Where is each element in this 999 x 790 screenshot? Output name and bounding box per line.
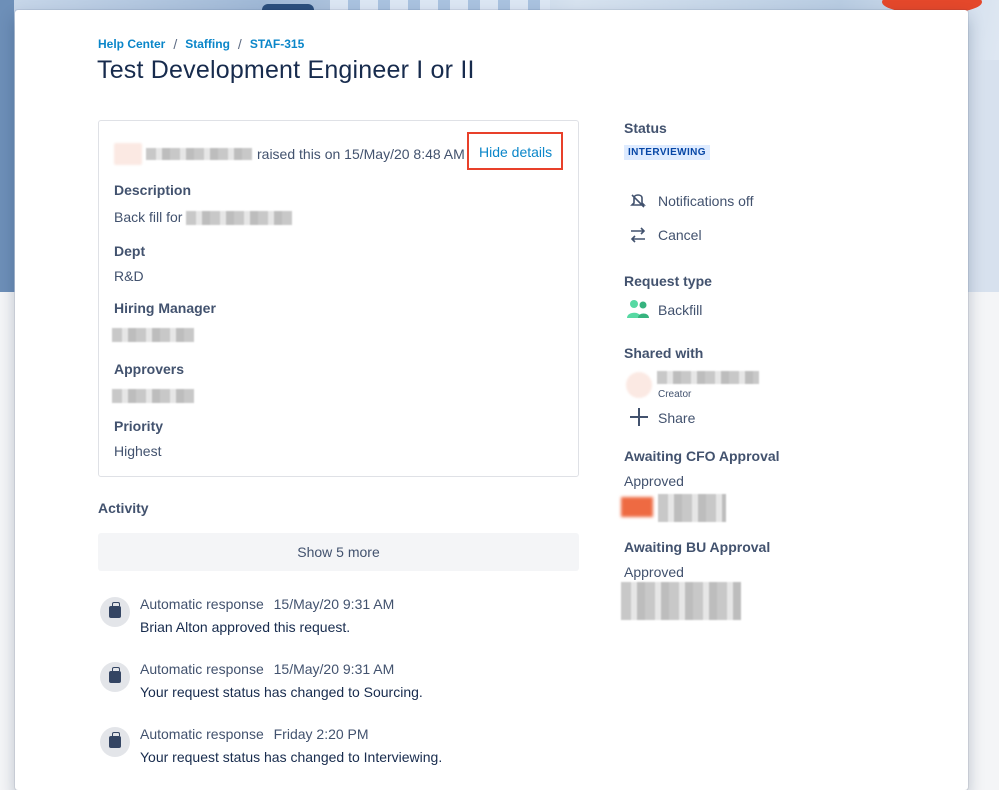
reporter-avatar — [114, 143, 142, 165]
robot-icon — [100, 727, 130, 757]
description-value: Back fill for — [114, 209, 293, 226]
activity-author: Automatic response — [140, 596, 264, 612]
bu-approval-label: Awaiting BU Approval — [624, 539, 771, 555]
cfo-approver-avatar — [621, 497, 653, 517]
activity-text: Your request status has changed to Sourc… — [140, 684, 423, 700]
breadcrumb-staffing[interactable]: Staffing — [185, 37, 230, 51]
hiring-manager-label: Hiring Manager — [114, 300, 216, 316]
request-type-value: Backfill — [658, 302, 703, 318]
hiring-manager-redacted — [112, 328, 194, 342]
shared-with-label: Shared with — [624, 345, 704, 361]
people-icon — [627, 300, 649, 318]
activity-header: Automatic response 15/May/20 9:31 AM — [140, 596, 394, 612]
cfo-approver-redacted — [658, 494, 726, 522]
bu-approval-status: Approved — [624, 564, 684, 580]
creator-role: Creator — [658, 389, 692, 400]
sidebar: Status INTERVIEWING Notifications off Ca… — [621, 10, 944, 781]
breadcrumb-ticket[interactable]: STAF-315 — [250, 37, 304, 51]
activity-text: Brian Alton approved this request. — [140, 619, 351, 635]
creator-name-redacted — [657, 371, 759, 384]
priority-label: Priority — [114, 418, 164, 434]
activity-author: Automatic response — [140, 661, 264, 677]
banner-left-strip — [0, 0, 14, 292]
hide-details-link[interactable]: Hide details — [467, 132, 563, 170]
breadcrumb: Help Center / Staffing / STAF-315 — [98, 36, 304, 52]
robot-icon — [100, 597, 130, 627]
activity-header: Automatic response 15/May/20 9:31 AM — [140, 661, 394, 677]
approvers-label: Approvers — [114, 361, 185, 377]
reporter-name-redacted — [146, 148, 252, 160]
activity-author: Automatic response — [140, 726, 264, 742]
dept-value: R&D — [114, 268, 144, 284]
creator-avatar — [626, 372, 652, 398]
banner-right-strip — [968, 60, 999, 292]
cfo-approval-label: Awaiting CFO Approval — [624, 448, 780, 464]
approvers-redacted — [112, 389, 194, 403]
activity-time: 15/May/20 9:31 AM — [273, 661, 395, 677]
page-title: Test Development Engineer I or II — [97, 56, 475, 84]
request-details-card: raised this on 15/May/20 8:48 AM Hide de… — [98, 120, 579, 477]
dept-label: Dept — [114, 243, 146, 259]
description-text: Back fill for — [114, 209, 183, 225]
raised-text: raised this on 15/May/20 8:48 AM — [257, 146, 465, 162]
activity-time: Friday 2:20 PM — [273, 726, 369, 742]
description-redacted — [186, 211, 293, 226]
bell-off-icon[interactable] — [629, 192, 647, 210]
breadcrumb-separator: / — [173, 36, 178, 52]
activity-text: Your request status has changed to Inter… — [140, 749, 443, 765]
plus-icon[interactable] — [630, 408, 648, 426]
status-label: Status — [624, 120, 667, 136]
priority-value: Highest — [114, 443, 162, 459]
cancel-request-button[interactable]: Cancel — [658, 227, 702, 243]
activity-time: 15/May/20 9:31 AM — [273, 596, 395, 612]
swap-icon[interactable] — [629, 226, 647, 244]
robot-icon — [100, 662, 130, 692]
request-modal: Help Center / Staffing / STAF-315 Test D… — [15, 10, 968, 790]
show-more-button[interactable]: Show 5 more — [98, 533, 579, 571]
activity-label: Activity — [98, 500, 149, 516]
notifications-toggle[interactable]: Notifications off — [658, 193, 753, 209]
breadcrumb-help-center[interactable]: Help Center — [98, 37, 165, 51]
breadcrumb-separator: / — [237, 36, 242, 52]
raised-row: raised this on 15/May/20 8:48 AM — [114, 143, 465, 165]
bu-approver-redacted — [621, 582, 741, 620]
description-label: Description — [114, 182, 192, 198]
status-badge: INTERVIEWING — [624, 145, 710, 160]
share-button[interactable]: Share — [658, 410, 695, 426]
cfo-approval-status: Approved — [624, 473, 684, 489]
activity-header: Automatic response Friday 2:20 PM — [140, 726, 369, 742]
request-type-label: Request type — [624, 273, 712, 289]
